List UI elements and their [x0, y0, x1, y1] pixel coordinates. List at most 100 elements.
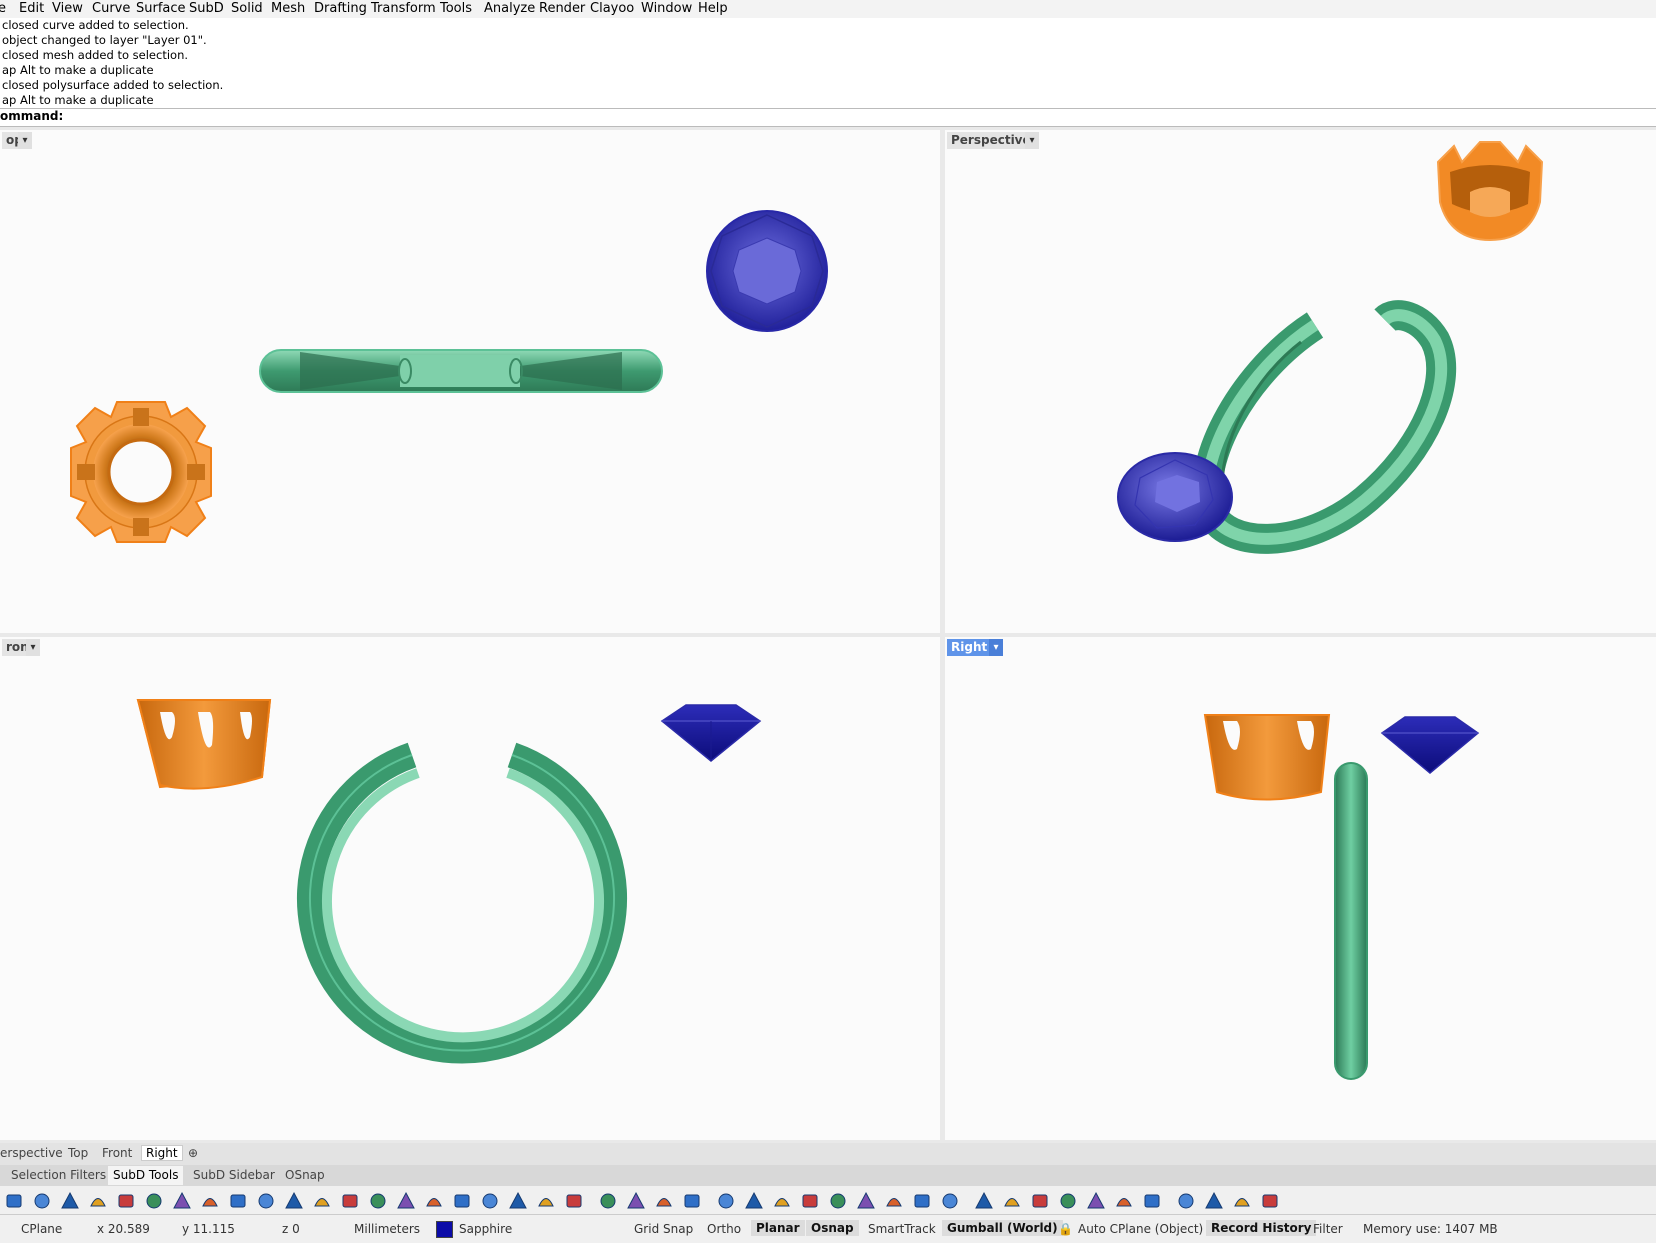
viewport-tabs: erspective Top Front Right ⊕	[0, 1143, 1656, 1165]
insert-edges-icon[interactable]	[284, 1191, 304, 1211]
subd-ring-icon[interactable]	[940, 1191, 960, 1211]
subd-extrude-icon[interactable]	[452, 1191, 472, 1211]
menu-edit[interactable]: Edit	[19, 1, 44, 16]
subd-cylinder-icon[interactable]	[88, 1191, 108, 1211]
subd-remove-icon[interactable]	[1204, 1191, 1224, 1211]
tab-front[interactable]: Front	[102, 1146, 132, 1160]
subd-cone-icon[interactable]	[172, 1191, 192, 1211]
subd-join-icon[interactable]	[626, 1191, 646, 1211]
subd-loft-icon[interactable]	[312, 1191, 332, 1211]
subd-fill-icon[interactable]	[368, 1191, 388, 1211]
subd-boundary-icon[interactable]	[974, 1191, 994, 1211]
subd-stitch-icon[interactable]	[772, 1191, 792, 1211]
subd-slide-icon[interactable]	[744, 1191, 764, 1211]
subd-mesh-icon[interactable]	[682, 1191, 702, 1211]
tab-selection-filters[interactable]: Selection Filters	[11, 1168, 106, 1182]
menu-analyze[interactable]: Analyze	[484, 1, 535, 16]
menu-file[interactable]: e	[0, 1, 6, 16]
subd-ellipse-icon[interactable]	[564, 1191, 584, 1211]
subd-star-icon[interactable]	[536, 1191, 556, 1211]
add-tab-icon[interactable]: ⊕	[188, 1146, 198, 1160]
subd-mirror-icon[interactable]	[1114, 1191, 1134, 1211]
subd-bridge-icon[interactable]	[396, 1191, 416, 1211]
menu-curve[interactable]: Curve	[92, 1, 130, 16]
subd-unweld-icon[interactable]	[654, 1191, 674, 1211]
menu-mesh[interactable]: Mesh	[271, 1, 305, 16]
status-layer[interactable]: Sapphire	[459, 1222, 512, 1236]
subd-pipe-icon[interactable]	[116, 1191, 136, 1211]
menu-drafting[interactable]: Drafting	[314, 1, 367, 16]
viewport-right-menu-icon[interactable]: ▾	[989, 639, 1003, 656]
subd-quadball-icon[interactable]	[144, 1191, 164, 1211]
subd-frame-icon[interactable]	[1086, 1191, 1106, 1211]
subd-network-icon[interactable]	[800, 1191, 820, 1211]
toggle-ortho[interactable]: Ortho	[707, 1222, 741, 1236]
subd-patch-icon[interactable]	[256, 1191, 276, 1211]
subd-bevel-icon[interactable]	[480, 1191, 500, 1211]
toggle-record-history[interactable]: Record History	[1206, 1220, 1317, 1236]
right-view-scene	[1203, 714, 1480, 1080]
menu-solid[interactable]: Solid	[231, 1, 263, 16]
subd-sweep-icon[interactable]	[340, 1191, 360, 1211]
tab-top[interactable]: Top	[68, 1146, 88, 1160]
subd-paint-icon[interactable]	[598, 1191, 618, 1211]
tab-right[interactable]: Right	[141, 1145, 183, 1161]
layer-color-swatch[interactable]	[436, 1221, 453, 1238]
toggle-grid-snap[interactable]: Grid Snap	[634, 1222, 693, 1236]
subd-symmetry-icon[interactable]	[1176, 1191, 1196, 1211]
command-prompt[interactable]: ommand:	[0, 108, 1656, 127]
status-units[interactable]: Millimeters	[354, 1222, 420, 1236]
toggle-filter[interactable]: Filter	[1313, 1222, 1343, 1236]
viewport-top-menu-icon[interactable]: ▾	[18, 132, 32, 149]
subd-crease-icon[interactable]	[424, 1191, 444, 1211]
command-history: closed curve added to selection. object …	[0, 18, 1656, 108]
menu-render[interactable]: Render	[539, 1, 585, 16]
subd-sphere-icon[interactable]	[200, 1191, 220, 1211]
subd-convert-icon[interactable]	[828, 1191, 848, 1211]
toggle-osnap[interactable]: Osnap	[806, 1220, 859, 1236]
toggle-gumball[interactable]: Gumball (World)	[942, 1220, 1063, 1236]
viewport-perspective-menu-icon[interactable]: ▾	[1025, 132, 1039, 149]
ring-band-front-view	[297, 742, 627, 1064]
tab-osnap[interactable]: OSnap	[285, 1168, 325, 1182]
menu-view[interactable]: View	[52, 1, 83, 16]
menu-transform[interactable]: Transform	[371, 1, 436, 16]
subd-weld-icon[interactable]	[508, 1191, 528, 1211]
subd-cube-icon[interactable]	[60, 1191, 80, 1211]
subd-reflect-icon[interactable]	[1142, 1191, 1162, 1211]
tab-subd-sidebar[interactable]: SubD Sidebar	[193, 1168, 275, 1182]
toggle-planar[interactable]: Planar	[751, 1220, 805, 1236]
toggle-smarttrack[interactable]: SmartTrack	[868, 1222, 936, 1236]
viewport-top[interactable]: op ▾	[0, 130, 940, 633]
subd-heart-icon[interactable]	[1260, 1191, 1280, 1211]
menu-surface[interactable]: Surface	[136, 1, 186, 16]
menu-window[interactable]: Window	[641, 1, 692, 16]
subd-box-icon[interactable]	[32, 1191, 52, 1211]
menu-subd[interactable]: SubD	[189, 1, 224, 16]
viewport-right-label[interactable]: Right	[947, 639, 992, 656]
viewport-perspective-label[interactable]: Perspective	[947, 132, 1035, 149]
subd-plane-icon[interactable]	[4, 1191, 24, 1211]
menu-bar: e Edit View Curve Surface SubD Solid Mes…	[0, 0, 1656, 18]
viewport-front[interactable]: ront ▾	[0, 637, 940, 1140]
menu-tools[interactable]: Tools	[440, 1, 472, 16]
subd-select-icon[interactable]	[884, 1191, 904, 1211]
viewport-perspective[interactable]: Perspective ▾	[945, 130, 1656, 633]
toggle-auto-cplane[interactable]: Auto CPlane (Object)	[1078, 1222, 1203, 1236]
subd-pencil-icon[interactable]	[1030, 1191, 1050, 1211]
subd-smooth-icon[interactable]	[716, 1191, 736, 1211]
status-cplane[interactable]: CPlane	[21, 1222, 62, 1236]
viewport-front-menu-icon[interactable]: ▾	[26, 639, 40, 656]
tab-perspective[interactable]: erspective	[0, 1146, 63, 1160]
ring-band-right-view	[1334, 762, 1368, 1080]
viewport-right[interactable]: Right ▾	[945, 637, 1656, 1140]
subd-list-icon[interactable]	[1058, 1191, 1078, 1211]
subd-tips-icon[interactable]	[1002, 1191, 1022, 1211]
subd-torus-icon[interactable]	[228, 1191, 248, 1211]
menu-help[interactable]: Help	[698, 1, 728, 16]
subd-filter-icon[interactable]	[1232, 1191, 1252, 1211]
subd-loop-icon[interactable]	[912, 1191, 932, 1211]
tab-subd-tools[interactable]: SubD Tools	[108, 1166, 184, 1185]
menu-clayoo[interactable]: Clayoo	[590, 1, 634, 16]
subd-append-icon[interactable]	[856, 1191, 876, 1211]
